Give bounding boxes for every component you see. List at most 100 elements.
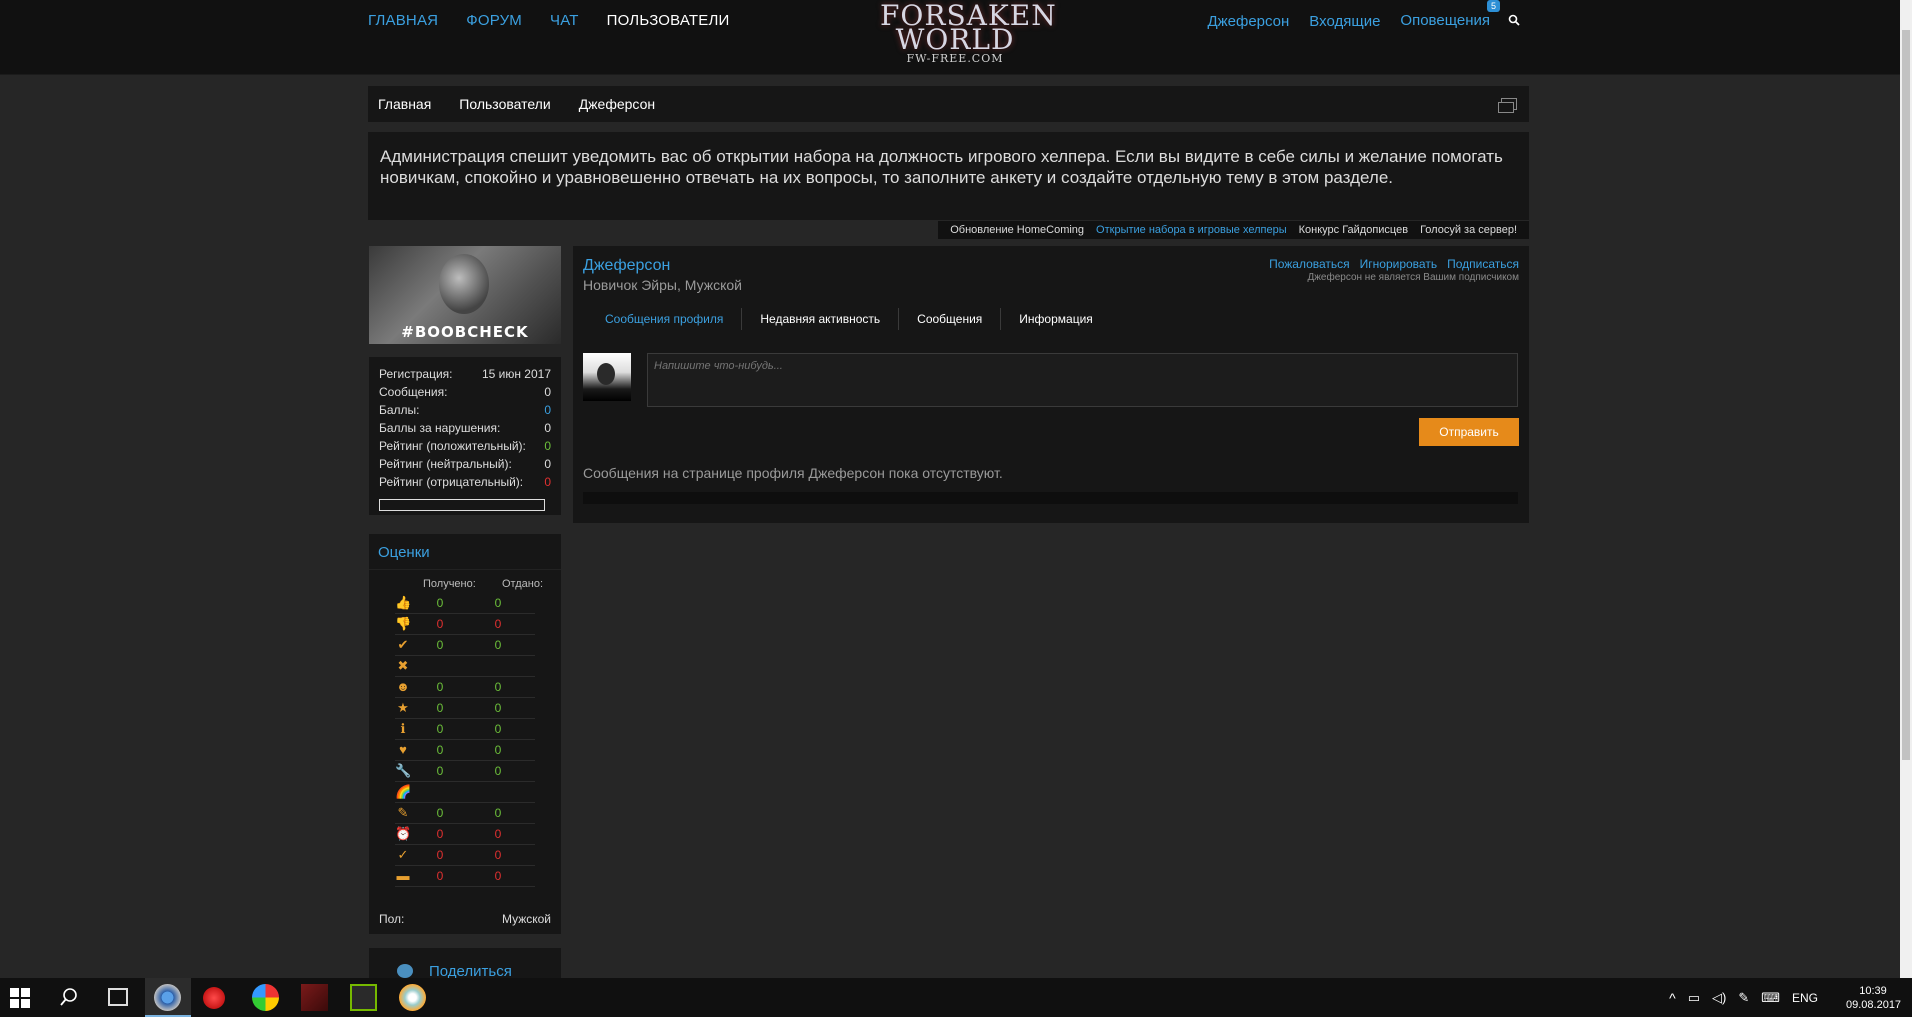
rating-row: 🌈 [395, 782, 535, 803]
stat-label: Рейтинг (нейтральный): [379, 457, 512, 471]
chrome-icon[interactable] [154, 984, 181, 1011]
box-icon[interactable]: ▬ [395, 869, 411, 883]
tab-recent-activity[interactable]: Недавняя активность [742, 308, 900, 330]
rating-received: 0 [436, 722, 444, 736]
alerts-link[interactable]: Оповещения [1400, 12, 1490, 29]
stat-value: 15 июн 2017 [481, 367, 551, 381]
breadcrumb-home[interactable]: Главная [378, 96, 431, 112]
tab-profile-posts[interactable]: Сообщения профиля [585, 308, 743, 330]
tab-posts[interactable]: Сообщения [899, 308, 1002, 330]
rating-given: 0 [494, 680, 502, 694]
windows-start-icon[interactable] [10, 988, 30, 1008]
breadcrumb-current[interactable]: Джеферсон [579, 96, 655, 112]
windows-icon[interactable] [1498, 98, 1517, 113]
star-icon[interactable]: ★ [395, 701, 411, 715]
share-icon [397, 964, 413, 978]
ignore-link[interactable]: Игнорировать [1360, 257, 1437, 271]
tab-info[interactable]: Информация [1001, 308, 1110, 330]
stat-row: Регистрация: 15 июн 2017 [379, 367, 551, 385]
thumbs-up-icon[interactable]: 👍 [395, 596, 411, 610]
current-user-avatar[interactable] [583, 353, 631, 401]
nvidia-icon[interactable] [350, 984, 377, 1011]
volume-icon[interactable]: ◁) [1712, 990, 1726, 1006]
keyboard-icon[interactable]: ⌨ [1761, 990, 1780, 1006]
record-icon[interactable] [203, 987, 225, 1009]
profile-name[interactable]: Джеферсон [583, 257, 670, 275]
follow-link[interactable]: Подписаться [1447, 257, 1519, 271]
inbox-link[interactable]: Входящие [1309, 13, 1380, 30]
stat-label: Сообщения: [379, 385, 448, 399]
language-indicator[interactable]: ENG [1792, 991, 1818, 1005]
gender-value: Мужской [501, 912, 551, 926]
stat-row: Сообщения: 0 [379, 385, 551, 403]
pencil-icon[interactable]: ✎ [395, 806, 411, 820]
main-nav: ГЛАВНАЯ ФОРУМ ЧАТ ПОЛЬЗОВАТЕЛИ [368, 12, 758, 29]
alarm-clock-icon[interactable]: ⏰ [395, 827, 411, 841]
rating-given: 0 [494, 764, 502, 778]
network-icon[interactable]: ▭ [1688, 990, 1700, 1006]
rating-given: 0 [494, 827, 502, 841]
rating-received: 0 [436, 848, 444, 862]
cross-icon[interactable]: ✖ [395, 659, 411, 673]
stat-value: 0 [544, 421, 551, 435]
ticker-item[interactable]: Обновление HomeComing [950, 224, 1084, 236]
stat-label: Регистрация: [379, 367, 453, 381]
wrench-icon[interactable]: 🔧 [395, 764, 411, 778]
system-tray: ^ ▭ ◁) ✎ ⌨ ENG 10:39 09.08.2017 [1669, 978, 1912, 1017]
thumbs-down-icon[interactable]: 👎 [395, 617, 411, 631]
stat-row: Баллы за нарушения: 0 [379, 421, 551, 439]
ticker-item[interactable]: Голосуй за сервер! [1420, 224, 1517, 236]
paint-app-icon[interactable] [399, 984, 426, 1011]
stat-value: 0 [544, 385, 551, 399]
pen-icon[interactable]: ✎ [1738, 990, 1749, 1006]
account-link[interactable]: Джеферсон [1207, 13, 1289, 30]
nav-forum[interactable]: ФОРУМ [466, 12, 522, 29]
rating-received: 0 [436, 596, 444, 610]
nav-users[interactable]: ПОЛЬЗОВАТЕЛИ [607, 12, 730, 29]
rating-row: ▬ 0 0 [395, 866, 535, 887]
rating-row: ★ 0 0 [395, 698, 535, 719]
search-icon[interactable] [59, 987, 79, 1007]
ticker-item[interactable]: Открытие набора в игровые хелперы [1096, 224, 1287, 236]
rating-received: 0 [436, 701, 444, 715]
nav-chat[interactable]: ЧАТ [550, 12, 579, 29]
scrollbar-thumb[interactable] [1902, 30, 1910, 760]
rating-received: 0 [436, 617, 444, 631]
search-icon[interactable] [1508, 14, 1520, 26]
color-app-icon[interactable] [252, 984, 279, 1011]
report-link[interactable]: Пожаловаться [1269, 257, 1350, 271]
send-button[interactable]: Отправить [1419, 418, 1519, 446]
ratings-panel: Оценки Получено: Отдано: 👍 0 0 👎 0 0 ✔ 0 0 ✖ ☻ 0 0 ★ 0… [369, 534, 561, 926]
game-app-icon[interactable] [301, 984, 328, 1011]
profile-main: Джеферсон Новичок Эйры, Мужской Пожалова… [573, 246, 1529, 523]
site-logo[interactable]: FORSAKEN WORLD FW-FREE.COM [880, 2, 1056, 70]
nav-home[interactable]: ГЛАВНАЯ [368, 12, 438, 29]
rainbow-icon[interactable]: 🌈 [395, 785, 411, 799]
gender-label: Пол: [379, 912, 405, 926]
info-icon[interactable]: ℹ [395, 722, 411, 736]
page-scrollbar[interactable] [1900, 0, 1912, 978]
rating-given: 0 [494, 617, 502, 631]
check-icon[interactable]: ✔ [395, 638, 411, 652]
breadcrumb-users[interactable]: Пользователи [459, 96, 550, 112]
share-panel[interactable]: Поделиться [369, 948, 561, 978]
task-view-icon[interactable] [108, 988, 128, 1006]
smile-icon[interactable]: ☻ [395, 680, 411, 694]
clock[interactable]: 10:39 09.08.2017 [1846, 984, 1902, 1012]
stat-value: 0 [544, 457, 551, 471]
clock-date: 09.08.2017 [1846, 998, 1902, 1011]
profile-avatar[interactable]: #BOOBCHECK [369, 246, 561, 344]
breadcrumb: Главная Пользователи Джеферсон [368, 86, 1529, 122]
profile-post-input[interactable] [647, 353, 1518, 407]
ratings-given-header: Отдано: [501, 578, 543, 590]
rating-received: 0 [436, 638, 444, 652]
rating-received: 0 [436, 827, 444, 841]
ratings-title[interactable]: Оценки [369, 534, 561, 570]
stat-row: Рейтинг (отрицательный): 0 [379, 475, 551, 493]
alerts-badge: 5 [1486, 0, 1500, 12]
avatar-face [439, 254, 489, 314]
ticker-item[interactable]: Конкурс Гайдописцев [1299, 224, 1408, 236]
heart-icon[interactable]: ♥ [395, 743, 411, 757]
tray-overflow-icon[interactable]: ^ [1669, 990, 1676, 1006]
abc-check-icon[interactable]: ✓ [395, 848, 411, 862]
